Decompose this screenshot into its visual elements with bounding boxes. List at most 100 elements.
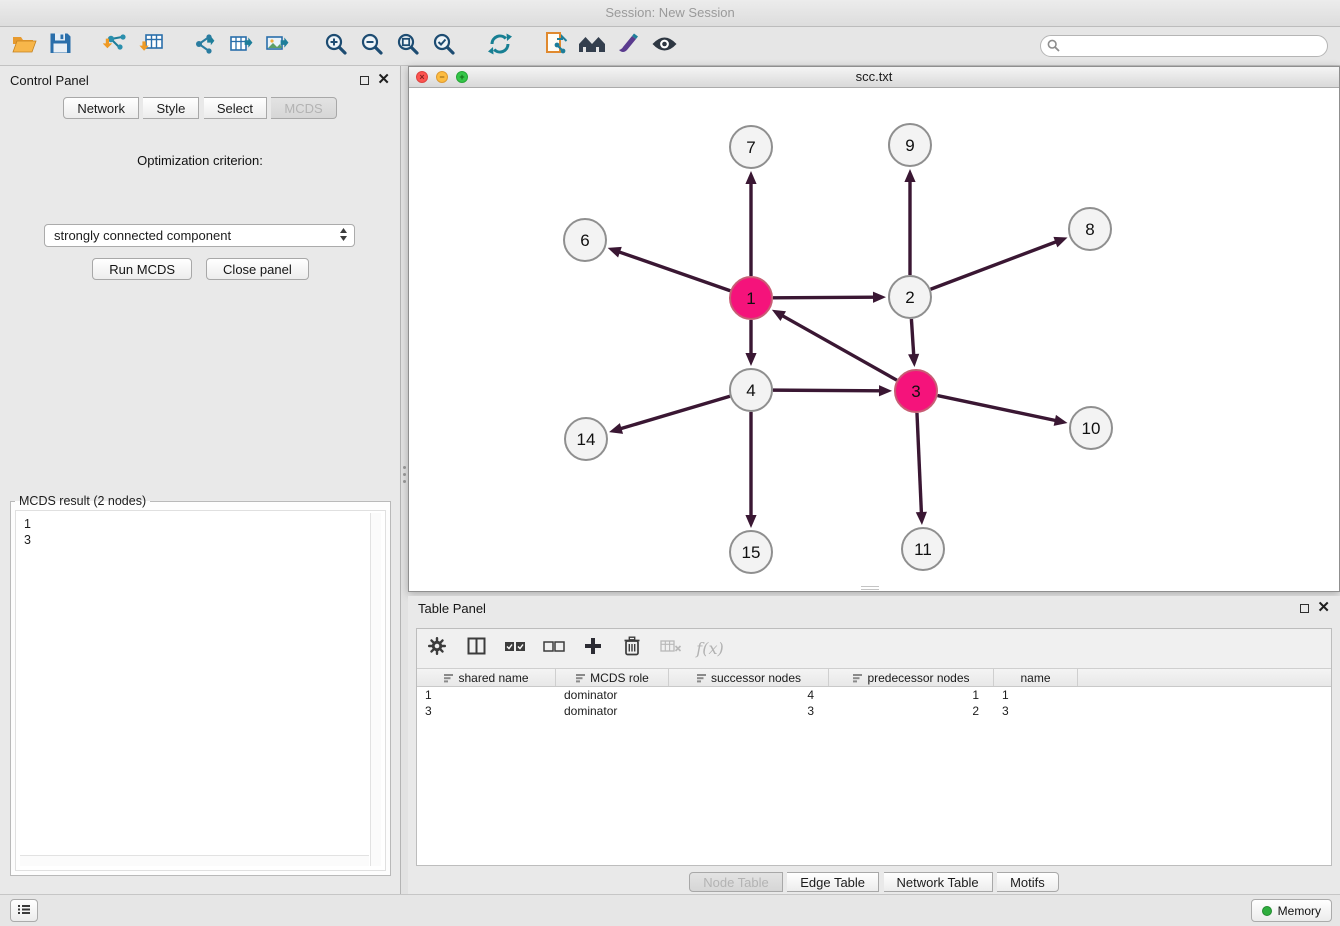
graph-edge-3-10[interactable] <box>938 396 1057 421</box>
save-session-button[interactable] <box>42 30 78 62</box>
delete-table-button[interactable] <box>660 638 682 660</box>
window-title: Session: New Session <box>605 5 734 20</box>
delete-button[interactable] <box>621 638 643 660</box>
result-horizontal-scrollbar[interactable] <box>20 855 369 866</box>
column-header-successor-nodes[interactable]: successor nodes <box>669 669 829 686</box>
zoom-fit-button[interactable] <box>390 30 426 62</box>
export-image-button[interactable] <box>260 30 296 62</box>
cell-predecessor-nodes[interactable]: 2 <box>829 703 994 719</box>
column-header-predecessor-nodes[interactable]: predecessor nodes <box>829 669 994 686</box>
graph-arrowhead-3-11 <box>916 512 927 525</box>
cell-name[interactable]: 3 <box>994 703 1078 719</box>
graph-arrowhead-1-4 <box>745 353 756 366</box>
column-label: MCDS role <box>590 671 649 685</box>
column-header-shared-name[interactable]: shared name <box>417 669 556 686</box>
cell-mcds-role[interactable]: dominator <box>556 703 669 719</box>
network-window-titlebar[interactable]: × − + scc.txt <box>409 67 1339 88</box>
fx-icon: f(x) <box>696 639 723 658</box>
column-label: successor nodes <box>711 671 801 685</box>
mcds-result-text[interactable]: 1 3 <box>15 510 386 871</box>
houses-button[interactable] <box>574 30 610 62</box>
close-table-panel-icon[interactable]: ✕ <box>1317 603 1330 613</box>
export-network-button[interactable] <box>188 30 224 62</box>
graph-node-label-7: 7 <box>746 138 755 157</box>
show-columns-button[interactable] <box>465 638 487 660</box>
graph-arrowhead-1-6 <box>608 247 622 258</box>
graph-arrowhead-2-8 <box>1053 237 1067 247</box>
table-row[interactable]: 1 dominator 4 1 1 <box>417 687 1331 703</box>
export-table-button[interactable] <box>224 30 260 62</box>
table-settings-button[interactable] <box>426 638 448 660</box>
graph-node-label-14: 14 <box>577 430 596 449</box>
eye-button[interactable] <box>646 30 682 62</box>
cell-shared-name[interactable]: 3 <box>417 703 556 719</box>
graph-edge-3-11[interactable] <box>917 413 921 514</box>
deselect-all-button[interactable] <box>543 638 565 660</box>
add-column-button[interactable] <box>582 638 604 660</box>
graph-arrowhead-4-15 <box>745 515 756 528</box>
close-window-button[interactable]: × <box>416 71 428 83</box>
import-network-button[interactable] <box>98 30 134 62</box>
tab-network[interactable]: Network <box>63 97 139 119</box>
graph-edge-3-1[interactable] <box>781 315 896 380</box>
open-session-button[interactable] <box>6 30 42 62</box>
graph-edge-1-6[interactable] <box>618 252 730 291</box>
network-canvas[interactable]: 7968124314101511 <box>409 88 1339 591</box>
select-all-button[interactable] <box>504 638 526 660</box>
mcds-result-title: MCDS result (2 nodes) <box>15 494 150 508</box>
tab-node-table[interactable]: Node Table <box>689 872 783 892</box>
cell-successor-nodes[interactable]: 4 <box>669 687 829 703</box>
close-panel-button[interactable]: Close panel <box>206 258 309 280</box>
column-header-name[interactable]: name <box>994 669 1078 686</box>
import-table-icon <box>139 32 165 61</box>
zoom-window-button[interactable]: + <box>456 71 468 83</box>
optimization-criterion-dropdown[interactable]: strongly connected component <box>44 224 355 247</box>
control-panel: Control Panel ✕ Network Style Select MCD… <box>0 66 401 894</box>
optimization-criterion-label: Optimization criterion: <box>0 153 400 168</box>
run-mcds-button[interactable]: Run MCDS <box>92 258 192 280</box>
sort-icon <box>696 673 707 683</box>
tab-network-table[interactable]: Network Table <box>884 872 993 892</box>
apply-layout-button[interactable] <box>482 30 518 62</box>
cell-successor-nodes[interactable]: 3 <box>669 703 829 719</box>
table-panel: Table Panel ✕ <box>408 596 1340 894</box>
float-table-panel-icon[interactable] <box>1300 604 1309 613</box>
cell-shared-name[interactable]: 1 <box>417 687 556 703</box>
zoom-in-button[interactable] <box>318 30 354 62</box>
graph-arrowhead-3-10 <box>1054 415 1068 426</box>
network-scroll-nub[interactable] <box>861 586 879 590</box>
graph-edge-2-3[interactable] <box>911 319 913 356</box>
tab-style[interactable]: Style <box>143 97 199 119</box>
zoom-selected-button[interactable] <box>426 30 462 62</box>
tab-motifs[interactable]: Motifs <box>997 872 1059 892</box>
graph-edge-4-3[interactable] <box>773 390 881 391</box>
graph-edge-2-8[interactable] <box>931 241 1058 289</box>
import-table-button[interactable] <box>134 30 170 62</box>
float-panel-icon[interactable] <box>360 76 369 85</box>
table-header-row: shared name MCDS role successor nodes pr… <box>417 669 1331 687</box>
tab-select[interactable]: Select <box>204 97 267 119</box>
function-builder-button[interactable]: f(x) <box>699 638 721 660</box>
document-network-button[interactable] <box>538 30 574 62</box>
vertical-splitter[interactable] <box>401 66 408 894</box>
sort-icon <box>443 673 454 683</box>
task-history-button[interactable] <box>10 899 38 922</box>
cell-mcds-role[interactable]: dominator <box>556 687 669 703</box>
memory-button[interactable]: Memory <box>1251 899 1332 922</box>
search-input[interactable] <box>1040 35 1328 57</box>
tab-mcds[interactable]: MCDS <box>271 97 336 119</box>
close-panel-icon[interactable]: ✕ <box>377 75 390 85</box>
zoom-out-button[interactable] <box>354 30 390 62</box>
tab-edge-table[interactable]: Edge Table <box>787 872 879 892</box>
graph-edge-4-14[interactable] <box>620 396 730 429</box>
table-row[interactable]: 3 dominator 3 2 3 <box>417 703 1331 719</box>
graph-arrowhead-2-3 <box>908 354 919 367</box>
cell-predecessor-nodes[interactable]: 1 <box>829 687 994 703</box>
minimize-window-button[interactable]: − <box>436 71 448 83</box>
column-header-mcds-role[interactable]: MCDS role <box>556 669 669 686</box>
search-icon <box>1047 39 1060 57</box>
cell-name[interactable]: 1 <box>994 687 1078 703</box>
graph-edge-1-2[interactable] <box>773 297 875 298</box>
result-vertical-scrollbar[interactable] <box>370 513 381 866</box>
paint-button[interactable] <box>610 30 646 62</box>
